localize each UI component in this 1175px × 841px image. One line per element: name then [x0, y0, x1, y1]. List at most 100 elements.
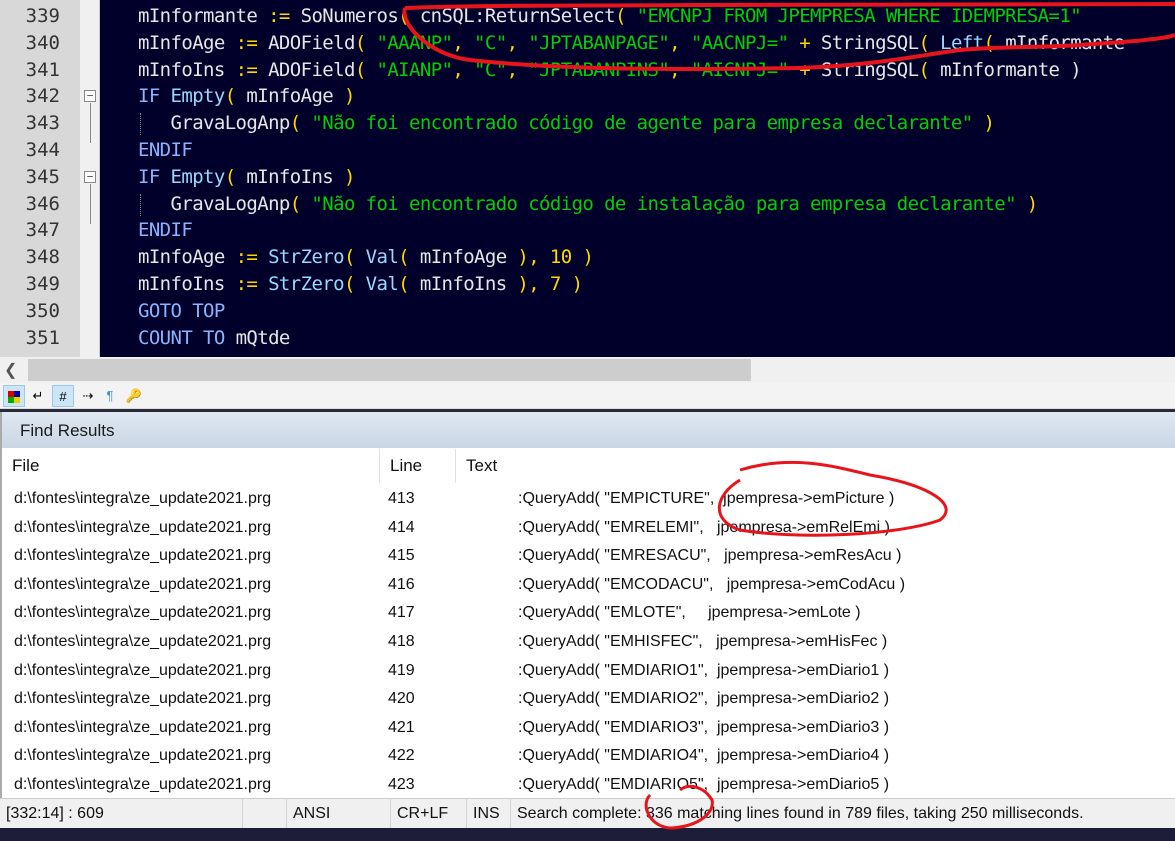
code-line[interactable]: mInfoIns := ADOField( "AIANP", "C", "JPT… [138, 57, 1082, 84]
background-window [0, 828, 1175, 841]
code-token: ( [398, 246, 410, 269]
code-token: Left [929, 31, 984, 54]
code-line[interactable]: mInfoAge := StrZero( Val( mInfoAge ), 10… [138, 244, 594, 271]
fold-toggle-icon[interactable]: − [84, 90, 96, 103]
code-token: mInformante ) [929, 58, 1082, 81]
code-line[interactable]: mInfoIns := StrZero( Val( mInfoIns ), 7 … [138, 271, 583, 298]
code-line[interactable]: mInformante := SoNumeros( cnSQL:ReturnSe… [138, 3, 1082, 30]
code-line[interactable]: ENDIF [138, 137, 193, 164]
result-row[interactable]: d:\fontes\integra\ze_update2021.prg 421:Q… [2, 714, 1175, 742]
result-row[interactable]: d:\fontes\integra\ze_update2021.prg 420:Q… [2, 685, 1175, 713]
result-text: :QueryAdd( "EMHISFEC", jpempresa->emHisF… [518, 633, 888, 650]
result-row[interactable]: d:\fontes\integra\ze_update2021.prg 417:Q… [2, 599, 1175, 627]
code-line[interactable]: COUNT TO mQtde [138, 325, 290, 352]
code-token: "AICNPJ=" [680, 58, 789, 81]
column-text[interactable]: Text [456, 449, 1175, 483]
result-row[interactable]: d:\fontes\integra\ze_update2021.prg 414:Q… [2, 514, 1175, 542]
code-line[interactable]: IF Empty( mInfoIns ) [138, 164, 355, 191]
code-token: , [506, 31, 518, 54]
code-token: mInfoIns [235, 165, 344, 188]
code-token: , [452, 31, 464, 54]
show-paragraph-icon[interactable]: ¶ [99, 385, 121, 407]
result-line: 415 [388, 547, 415, 565]
code-token: mInfoIns [409, 273, 518, 295]
code-token: ), [517, 273, 540, 295]
code-token: ) [343, 165, 355, 188]
code-line[interactable]: IF Empty( mInfoAge ) [138, 83, 355, 110]
code-token: ( [289, 192, 301, 215]
fold-toggle-icon[interactable]: − [84, 170, 96, 183]
result-row[interactable]: d:\fontes\integra\ze_update2021.prg 413:Q… [2, 485, 1175, 513]
indent-guide [140, 113, 141, 136]
code-token: "Não foi encontrado código de agente par… [300, 112, 973, 135]
result-text: :QueryAdd( "EMDIARIO2", jpempresa->emDia… [518, 690, 890, 708]
result-file: d:\fontes\integra\ze_update2021.prg [14, 661, 272, 679]
code-token: ) [560, 273, 583, 295]
status-empty [243, 799, 287, 829]
result-row[interactable]: d:\fontes\integra\ze_update2021.prg 419:Q… [2, 657, 1175, 685]
code-token: ( [224, 85, 236, 108]
horizontal-scrollbar[interactable]: ❮ [0, 357, 1175, 383]
code-token: "AAANP" [365, 31, 453, 54]
show-tabs-icon[interactable]: ⇢ [77, 385, 99, 407]
code-line[interactable]: ENDIF [138, 217, 193, 244]
line-number: 349 [25, 273, 60, 295]
code-token: , [452, 58, 464, 81]
result-file: d:\fontes\integra\ze_update2021.prg [14, 776, 272, 793]
result-text: :QueryAdd( "EMPICTURE", jpempresa->emPic… [518, 490, 895, 507]
code-token: ( [343, 246, 355, 269]
code-line[interactable]: GravaLogAnp( "Não foi encontrado código … [138, 191, 1039, 218]
result-file: d:\fontes\integra\ze_update2021.prg [14, 490, 272, 507]
line-number: 351 [25, 326, 60, 349]
word-wrap-icon[interactable]: ↵ [27, 385, 49, 407]
result-row[interactable]: d:\fontes\integra\ze_update2021.prg 418 :Q… [2, 628, 1175, 656]
code-line[interactable]: GravaLogAnp( "Não foi encontrado código … [138, 110, 995, 137]
code-token: SoNumeros [289, 5, 399, 27]
code-token: "AACNPJ=" [680, 31, 789, 54]
code-token: mQtde [235, 326, 291, 349]
line-number: 340 [25, 31, 60, 54]
result-text: :QueryAdd( "EMCODACU", jpempresa->emCodA… [518, 575, 906, 593]
line-number: 339 [25, 5, 60, 27]
result-text: :QueryAdd( "EMDIARIO4", jpempresa->emDia… [518, 747, 890, 765]
result-text: :QueryAdd( "EMDIARIO1", jpempresa->emDia… [518, 661, 890, 679]
result-row[interactable]: d:\fontes\integra\ze_update2021.prg 422:Q… [2, 742, 1175, 770]
line-number: 346 [25, 192, 60, 215]
color-scheme-icon[interactable] [3, 385, 25, 407]
code-token: := [235, 58, 258, 81]
line-numbers-icon[interactable]: # [52, 385, 74, 407]
result-line: 421 [388, 718, 415, 736]
result-row[interactable]: d:\fontes\integra\ze_update2021.prg 423:Q… [2, 771, 1175, 799]
fold-line [90, 103, 91, 144]
code-token: "AIANP" [365, 58, 453, 81]
result-row[interactable]: d:\fontes\integra\ze_update2021.prg 415:Q… [2, 542, 1175, 570]
results-header: File Line Text [2, 449, 1175, 483]
code-editor[interactable]: mInformante := SoNumeros( cnSQL:ReturnSe… [0, 0, 1175, 357]
code-token: ENDIF [138, 139, 193, 161]
code-token: COUNT TO [138, 326, 236, 349]
code-token: StrZero [257, 273, 344, 295]
code-token: := [235, 246, 258, 269]
column-line[interactable]: Line [380, 449, 456, 483]
key-icon[interactable]: 🔑 [123, 385, 145, 407]
code-token: Val [354, 273, 399, 295]
code-token: StrZero [257, 246, 344, 269]
result-row[interactable]: d:\fontes\integra\ze_update2021.prg 416:Q… [2, 571, 1175, 599]
code-line[interactable]: mInfoAge := ADOField( "AAANP", "C", "JPT… [138, 30, 1125, 57]
code-token: mInformante [994, 31, 1125, 54]
result-line: 418 [388, 633, 415, 650]
fold-line [90, 183, 91, 224]
code-token: ( [224, 165, 236, 188]
result-file: d:\fontes\integra\ze_update2021.prg [14, 633, 272, 650]
code-token: + [788, 58, 811, 81]
column-file[interactable]: File [2, 449, 380, 483]
line-number: 348 [25, 246, 60, 269]
code-token: mInfoIns [138, 273, 236, 295]
result-file: d:\fontes\integra\ze_update2021.prg [14, 718, 272, 736]
scroll-left-icon[interactable]: ❮ [4, 360, 17, 380]
result-line: 420 [388, 690, 415, 708]
code-line[interactable]: GOTO TOP [138, 298, 225, 325]
code-token: + [788, 31, 811, 54]
result-line: 417 [388, 604, 415, 622]
scrollbar-thumb[interactable] [28, 359, 751, 381]
